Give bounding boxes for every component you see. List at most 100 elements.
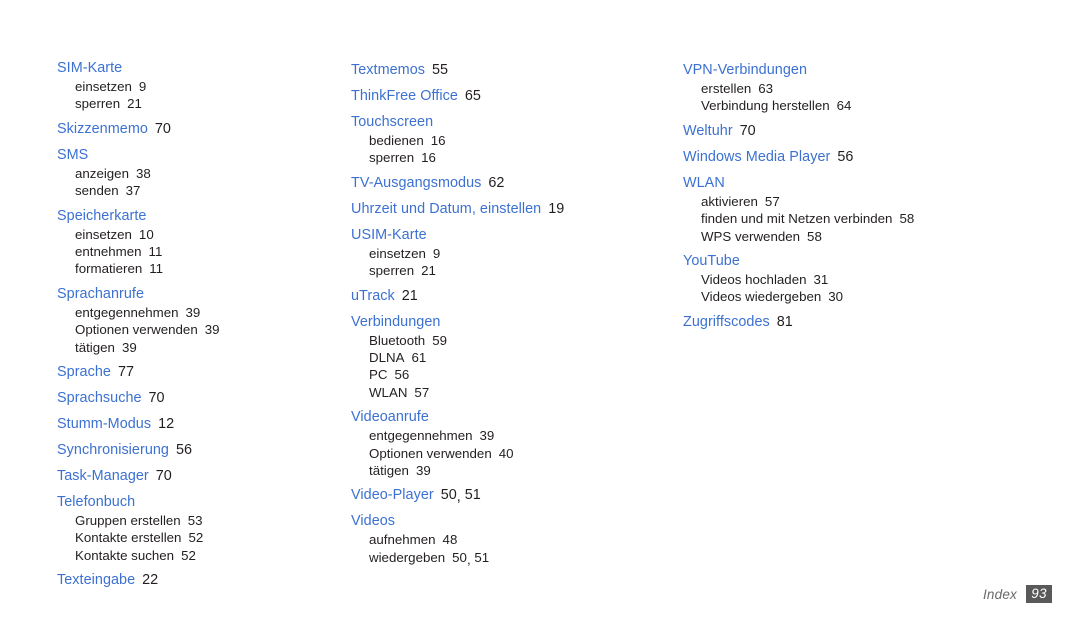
index-entry: Stumm-Modus 12 — [57, 415, 337, 434]
index-subentry[interactable]: aktivieren 57 — [683, 193, 1080, 210]
index-entry-term[interactable]: Sprachsuche 70 — [57, 389, 337, 408]
index-entry: SMS anzeigen 38 senden 37 — [57, 146, 337, 200]
index-entry-term[interactable]: Weltuhr 70 — [683, 122, 1080, 141]
index-subentry[interactable]: sperren 21 — [57, 95, 337, 112]
index-subentry[interactable]: Verbindung herstellen 64 — [683, 97, 1080, 114]
index-entry-term[interactable]: Verbindungen — [351, 313, 670, 332]
index-subentry-page: 38 — [135, 165, 151, 181]
page-range-comma: , — [456, 489, 461, 506]
index-subentry-list: bedienen 16 sperren 16 — [351, 132, 670, 167]
index-subentry[interactable]: DLNA 61 — [351, 349, 670, 366]
index-subentry[interactable]: Kontakte erstellen 52 — [57, 529, 337, 546]
index-entry: SIM-Karte einsetzen 9 sperren 21 — [57, 59, 337, 113]
index-entry-term[interactable]: VPN-Verbindungen — [683, 61, 1080, 80]
index-entry-term[interactable]: Skizzenmemo 70 — [57, 120, 337, 139]
index-subentry-page: 53 — [187, 513, 203, 529]
index-entry: Sprachanrufe entgegennehmen 39 Optionen ver… — [57, 285, 337, 356]
index-entry-term[interactable]: Touchscreen — [351, 113, 670, 132]
index-entry: VPN-Verbindungen erstellen 63 Verbindung he… — [683, 61, 1080, 115]
index-entry-term[interactable]: Sprache 77 — [57, 363, 337, 382]
index-entry-page: 22 — [142, 572, 159, 589]
index-entry-term[interactable]: Telefonbuch — [57, 493, 337, 512]
index-subentry-page: 30 — [828, 289, 844, 305]
index-subentry[interactable]: anzeigen 38 — [57, 165, 337, 182]
index-column-1: SIM-Karte einsetzen 9 sperren 21 Skizzenmemo 7… — [0, 0, 337, 597]
index-subentry[interactable]: formatieren 11 — [57, 260, 337, 277]
index-subentry[interactable]: entgegennehmen 39 — [57, 304, 337, 321]
index-subentry[interactable]: wiedergeben 50, 51 — [351, 549, 670, 567]
index-subentry[interactable]: WLAN 57 — [351, 384, 670, 401]
index-entry-term[interactable]: Speicherkarte — [57, 207, 337, 226]
index-subentry[interactable]: sperren 21 — [351, 262, 670, 279]
index-subentry[interactable]: sperren 16 — [351, 149, 670, 166]
index-entry-term[interactable]: Video-Player 50, 51 — [351, 486, 670, 505]
index-entry: Sprachsuche 70 — [57, 389, 337, 408]
index-entry-term[interactable]: TV-Ausgangsmodus 62 — [351, 174, 670, 193]
index-entry-term[interactable]: Texteingabe 22 — [57, 571, 337, 590]
index-entry-term[interactable]: Windows Media Player 56 — [683, 148, 1080, 167]
index-subentry[interactable]: erstellen 63 — [683, 80, 1080, 97]
page-number-badge: 93 — [1026, 585, 1052, 603]
index-entry: Windows Media Player 56 — [683, 148, 1080, 167]
index-entry-term[interactable]: Videos — [351, 512, 670, 531]
index-entry-page: 77 — [117, 364, 134, 381]
index-subentry-page: 52 — [181, 547, 196, 563]
index-subentry[interactable]: Gruppen erstellen 53 — [57, 512, 337, 529]
index-entry-term[interactable]: Zugriffscodes 81 — [683, 313, 1080, 332]
index-entry-term[interactable]: uTrack 21 — [351, 287, 670, 306]
index-subentry[interactable]: Optionen verwenden 40 — [351, 445, 670, 462]
index-subentry-page: 11 — [149, 261, 164, 277]
index-entry: Uhrzeit und Datum, einstellen 19 — [351, 200, 670, 219]
index-entry-term[interactable]: YouTube — [683, 252, 1080, 271]
index-entry-term[interactable]: Synchronisierung 56 — [57, 441, 337, 460]
index-subentry[interactable]: einsetzen 9 — [351, 245, 670, 262]
index-subentry[interactable]: einsetzen 9 — [57, 78, 337, 95]
index-subentry-list: entgegennehmen 39 Optionen verwenden 39 täti… — [57, 304, 337, 356]
index-subentry[interactable]: tätigen 39 — [57, 339, 337, 356]
index-column-3: VPN-Verbindungen erstellen 63 Verbindung he… — [670, 0, 1080, 339]
index-entry: YouTube Videos hochladen 31 Videos wiederge… — [683, 252, 1080, 306]
index-subentry-page: 40 — [498, 445, 514, 461]
index-subentry-list: anzeigen 38 senden 37 — [57, 165, 337, 200]
index-subentry-page: 48 — [442, 532, 458, 548]
index-subentry[interactable]: einsetzen 10 — [57, 226, 337, 243]
index-subentry[interactable]: bedienen 16 — [351, 132, 670, 149]
index-subentry[interactable]: senden 37 — [57, 182, 337, 199]
index-entry-term[interactable]: Videoanrufe — [351, 408, 670, 427]
index-subentry[interactable]: Videos hochladen 31 — [683, 271, 1080, 288]
index-entry-term[interactable]: USIM-Karte — [351, 226, 670, 245]
index-entry-term[interactable]: ThinkFree Office 65 — [351, 87, 670, 106]
index-subentry[interactable]: WPS verwenden 58 — [683, 228, 1080, 245]
index-subentry-page: 58 — [899, 211, 915, 227]
index-subentry[interactable]: Optionen verwenden 39 — [57, 321, 337, 338]
index-subentry-page: 63 — [758, 81, 774, 96]
index-subentry-page: 21 — [421, 263, 436, 279]
index-entry-term[interactable]: Uhrzeit und Datum, einstellen 19 — [351, 200, 670, 219]
index-subentry[interactable]: aufnehmen 48 — [351, 531, 670, 548]
page-footer: Index 93 — [983, 584, 1052, 604]
index-entry-term[interactable]: SIM-Karte — [57, 59, 337, 78]
index-entry-page: 21 — [401, 287, 418, 304]
index-entry-term[interactable]: Task-Manager 70 — [57, 467, 337, 486]
index-subentry-page: 16 — [421, 150, 436, 166]
index-entry: Speicherkarte einsetzen 10 entnehmen 11 forma… — [57, 207, 337, 278]
index-subentry[interactable]: Kontakte suchen 52 — [57, 547, 337, 564]
index-subentry[interactable]: entnehmen 11 — [57, 243, 337, 260]
index-subentry-page: 61 — [411, 350, 427, 366]
index-subentry[interactable]: finden und mit Netzen verbinden 58 — [683, 210, 1080, 227]
index-subentry-list: aufnehmen 48 wiedergeben 50, 51 — [351, 531, 670, 566]
index-subentry[interactable]: PC 56 — [351, 366, 670, 383]
index-entry-term[interactable]: Textmemos 55 — [351, 61, 670, 80]
index-entry-page: 56 — [176, 442, 193, 459]
index-entry-term[interactable]: Stumm-Modus 12 — [57, 415, 337, 434]
index-subentry-list: erstellen 63 Verbindung herstellen 64 — [683, 80, 1080, 115]
index-entry: Videoanrufe entgegennehmen 39 Optionen verw… — [351, 408, 670, 479]
index-entry-term[interactable]: Sprachanrufe — [57, 285, 337, 304]
index-entry-term[interactable]: SMS — [57, 146, 337, 165]
index-subentry[interactable]: tätigen 39 — [351, 462, 670, 479]
index-subentry[interactable]: Bluetooth 59 — [351, 332, 670, 349]
index-subentry[interactable]: Videos wiedergeben 30 — [683, 288, 1080, 305]
index-entry: Skizzenmemo 70 — [57, 120, 337, 139]
index-entry-term[interactable]: WLAN — [683, 174, 1080, 193]
index-subentry[interactable]: entgegennehmen 39 — [351, 427, 670, 444]
